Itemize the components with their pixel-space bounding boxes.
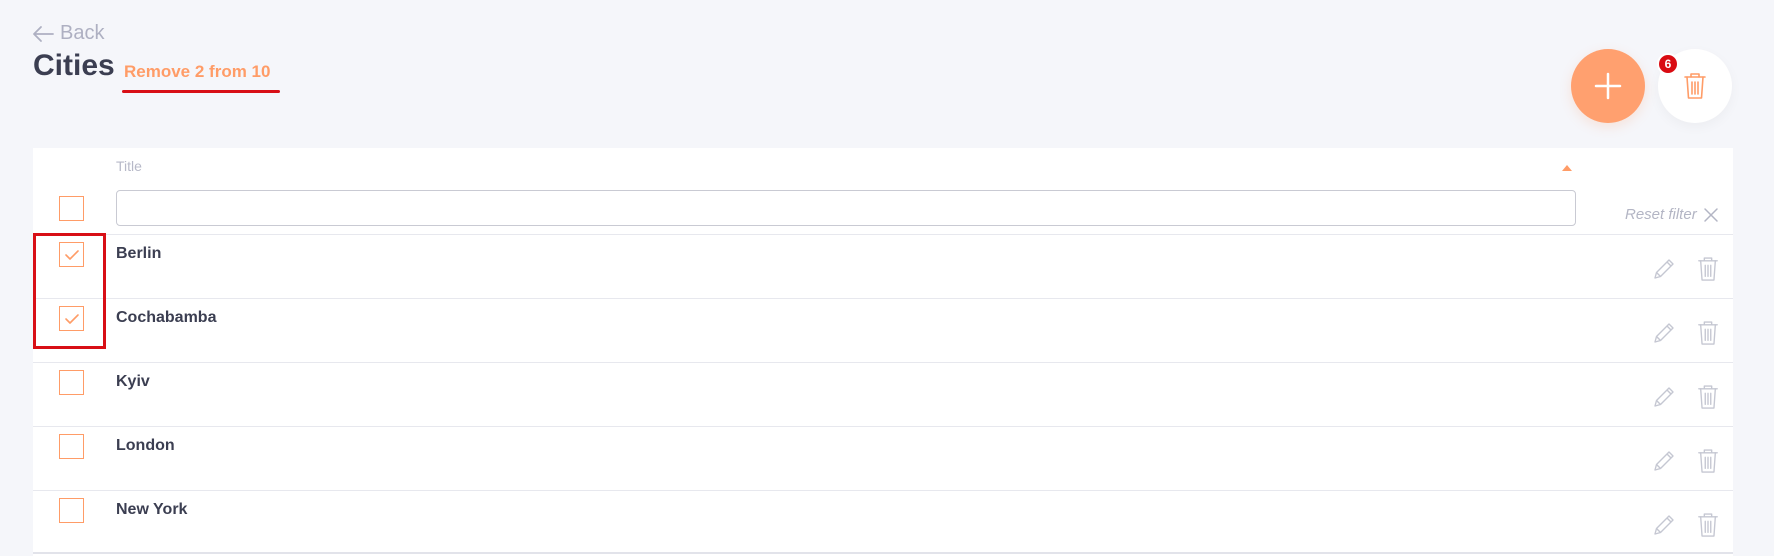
table-row: Cochabamba [33,298,1733,362]
trash-icon [1698,321,1718,345]
row-title: Kyiv [116,373,150,390]
trash-icon [1698,385,1718,409]
pencil-icon [1654,323,1674,343]
pencil-icon [1654,387,1674,407]
remove-selected-link[interactable]: Remove 2 from 10 [124,62,270,82]
table-row: London [33,426,1733,490]
row-title: New York [116,501,188,518]
plus-icon [1594,72,1622,100]
column-header-title[interactable]: Title [116,158,142,174]
row-checkbox[interactable] [59,434,84,459]
edit-button[interactable] [1650,511,1678,539]
row-title: Berlin [116,245,162,262]
trash-icon [1684,73,1706,99]
reset-filter-label: Reset filter [1625,206,1697,223]
annotation-highlight-box [33,233,106,349]
close-icon [1703,207,1718,222]
delete-button[interactable] [1694,383,1722,411]
page-title: Cities [33,49,115,82]
pencil-icon [1654,451,1674,471]
edit-button[interactable] [1650,383,1678,411]
trash-icon [1698,257,1718,281]
pencil-icon [1654,259,1674,279]
back-label: Back [60,22,105,44]
trash-icon [1698,449,1718,473]
delete-button[interactable] [1694,511,1722,539]
trash-icon [1698,513,1718,537]
reset-filter-button[interactable]: Reset filter [1625,206,1719,223]
row-checkbox[interactable] [59,498,84,523]
add-button[interactable] [1571,49,1645,123]
back-link[interactable]: Back [32,22,104,45]
row-checkbox[interactable] [59,370,84,395]
table-row: New York [33,490,1733,554]
edit-button[interactable] [1650,255,1678,283]
row-title: London [116,437,175,454]
delete-count-badge: 6 [1657,53,1679,75]
edit-button[interactable] [1650,319,1678,347]
sort-asc-icon[interactable] [1562,165,1572,171]
pencil-icon [1654,515,1674,535]
table-bottom-border [33,552,1733,554]
select-all-checkbox[interactable] [59,196,84,221]
arrow-left-icon [33,25,54,42]
delete-button[interactable] [1694,319,1722,347]
cities-table: Title Reset filter Berlin Cochabamba Kyi… [33,148,1733,556]
table-row: Berlin [33,234,1733,298]
delete-button[interactable] [1694,255,1722,283]
title-filter-input[interactable] [116,190,1576,226]
edit-button[interactable] [1650,447,1678,475]
table-row: Kyiv [33,362,1733,426]
annotation-underline [122,90,280,93]
delete-button[interactable] [1694,447,1722,475]
row-title: Cochabamba [116,309,217,326]
